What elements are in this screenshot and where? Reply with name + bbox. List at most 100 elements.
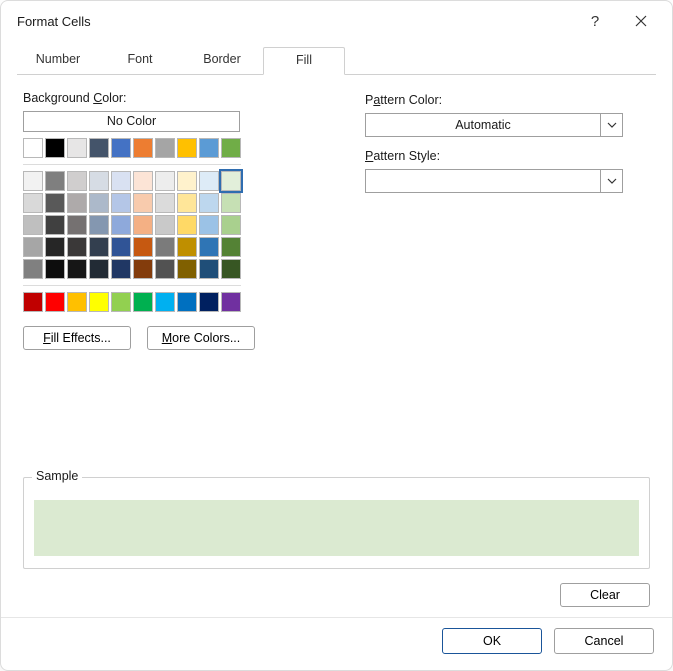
more-colors-button[interactable]: More Colors... — [147, 326, 255, 350]
color-swatch[interactable] — [45, 259, 65, 279]
color-swatch[interactable] — [133, 215, 153, 235]
color-swatch[interactable] — [67, 138, 87, 158]
color-swatch[interactable] — [89, 215, 109, 235]
color-swatch[interactable] — [155, 171, 175, 191]
color-swatch[interactable] — [67, 292, 87, 312]
tab-strip: Number Font Border Fill — [17, 47, 656, 75]
background-color-section: Background Color: No Color Fill Effects.… — [23, 87, 305, 350]
color-swatch[interactable] — [221, 171, 241, 191]
color-swatch[interactable] — [199, 138, 219, 158]
no-color-button[interactable]: No Color — [23, 111, 240, 132]
pattern-color-combo[interactable]: Automatic — [365, 113, 623, 137]
color-swatch[interactable] — [67, 171, 87, 191]
color-swatch[interactable] — [111, 259, 131, 279]
tab-font[interactable]: Font — [99, 47, 181, 75]
color-swatch[interactable] — [221, 259, 241, 279]
pattern-color-value: Automatic — [366, 114, 600, 136]
color-swatch[interactable] — [111, 193, 131, 213]
color-swatch[interactable] — [177, 292, 197, 312]
color-swatch[interactable] — [23, 215, 43, 235]
color-swatch[interactable] — [67, 237, 87, 257]
color-swatch[interactable] — [45, 193, 65, 213]
pattern-section: Pattern Color: Automatic Pattern Style: — [365, 87, 650, 350]
color-swatch[interactable] — [23, 237, 43, 257]
color-swatch[interactable] — [23, 171, 43, 191]
ok-button[interactable]: OK — [442, 628, 542, 654]
color-swatch[interactable] — [155, 259, 175, 279]
color-swatch[interactable] — [133, 193, 153, 213]
chevron-down-icon — [607, 176, 617, 186]
color-swatch[interactable] — [45, 215, 65, 235]
tab-number[interactable]: Number — [17, 47, 99, 75]
color-swatch[interactable] — [45, 171, 65, 191]
color-swatch[interactable] — [199, 193, 219, 213]
color-swatch[interactable] — [133, 237, 153, 257]
color-swatch[interactable] — [89, 171, 109, 191]
close-icon — [635, 15, 647, 27]
color-swatch[interactable] — [45, 237, 65, 257]
pattern-style-value — [366, 170, 600, 192]
color-swatch[interactable] — [155, 237, 175, 257]
color-swatch[interactable] — [133, 292, 153, 312]
color-swatch[interactable] — [221, 193, 241, 213]
color-swatch[interactable] — [111, 171, 131, 191]
color-swatch[interactable] — [177, 215, 197, 235]
dialog-footer: OK Cancel — [1, 617, 672, 670]
color-swatch[interactable] — [221, 215, 241, 235]
color-swatch[interactable] — [221, 292, 241, 312]
color-swatch[interactable] — [177, 193, 197, 213]
pattern-style-caret[interactable] — [600, 170, 622, 192]
color-swatch[interactable] — [89, 292, 109, 312]
chevron-down-icon — [607, 120, 617, 130]
color-swatch[interactable] — [133, 138, 153, 158]
clear-button[interactable]: Clear — [560, 583, 650, 607]
pattern-color-caret[interactable] — [600, 114, 622, 136]
color-swatch[interactable] — [111, 215, 131, 235]
standard-colors-grid — [23, 292, 305, 312]
color-swatch[interactable] — [133, 259, 153, 279]
color-swatch[interactable] — [67, 215, 87, 235]
fill-effects-button[interactable]: Fill Effects... — [23, 326, 131, 350]
color-swatch[interactable] — [177, 138, 197, 158]
color-swatch[interactable] — [177, 259, 197, 279]
color-swatch[interactable] — [133, 171, 153, 191]
tab-fill[interactable]: Fill — [263, 47, 345, 75]
color-swatch[interactable] — [155, 292, 175, 312]
color-swatch[interactable] — [67, 193, 87, 213]
sample-label: Sample — [32, 469, 82, 483]
color-swatch[interactable] — [199, 171, 219, 191]
color-swatch[interactable] — [221, 237, 241, 257]
tab-border[interactable]: Border — [181, 47, 263, 75]
pattern-style-combo[interactable] — [365, 169, 623, 193]
help-button[interactable]: ? — [572, 5, 618, 37]
color-swatch[interactable] — [199, 215, 219, 235]
color-swatch[interactable] — [155, 138, 175, 158]
color-swatch[interactable] — [199, 259, 219, 279]
color-swatch[interactable] — [199, 237, 219, 257]
color-swatch[interactable] — [89, 138, 109, 158]
color-swatch[interactable] — [89, 237, 109, 257]
color-swatch[interactable] — [89, 193, 109, 213]
color-swatch[interactable] — [155, 215, 175, 235]
close-button[interactable] — [618, 5, 664, 37]
color-swatch[interactable] — [23, 193, 43, 213]
color-swatch[interactable] — [45, 138, 65, 158]
pattern-style-label: Pattern Style: — [365, 149, 650, 163]
color-swatch[interactable] — [111, 138, 131, 158]
color-swatch[interactable] — [177, 237, 197, 257]
color-swatch[interactable] — [23, 292, 43, 312]
color-swatch[interactable] — [111, 237, 131, 257]
color-swatch[interactable] — [199, 292, 219, 312]
color-swatch[interactable] — [23, 259, 43, 279]
color-swatch[interactable] — [155, 193, 175, 213]
background-color-label: Background Color: — [23, 91, 305, 105]
color-swatch[interactable] — [221, 138, 241, 158]
color-swatch[interactable] — [89, 259, 109, 279]
color-swatch[interactable] — [45, 292, 65, 312]
cancel-button[interactable]: Cancel — [554, 628, 654, 654]
color-swatch[interactable] — [177, 171, 197, 191]
titlebar: Format Cells ? — [1, 1, 672, 41]
color-swatch[interactable] — [111, 292, 131, 312]
color-swatch[interactable] — [23, 138, 43, 158]
color-swatch[interactable] — [67, 259, 87, 279]
